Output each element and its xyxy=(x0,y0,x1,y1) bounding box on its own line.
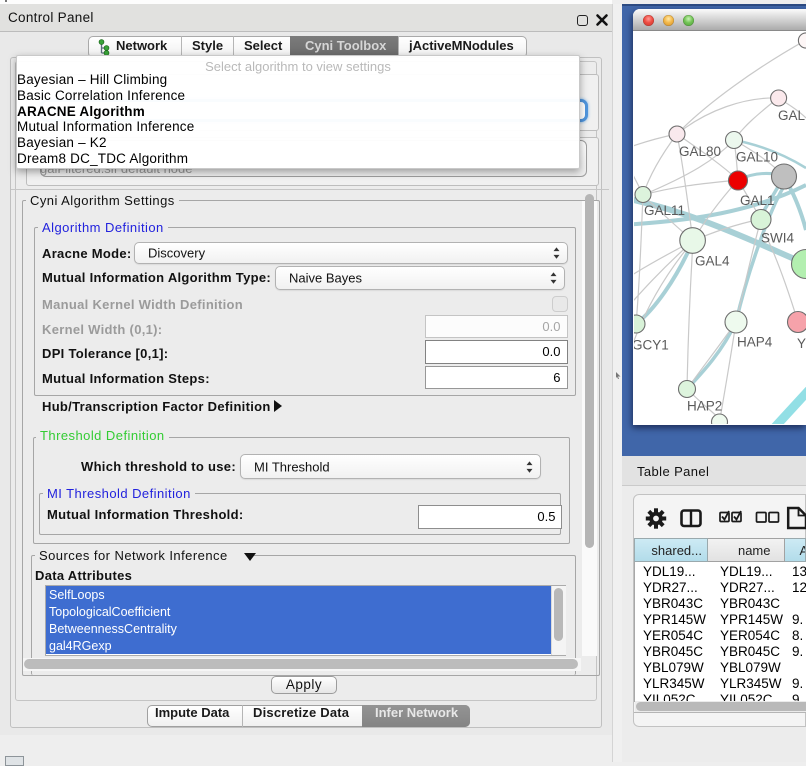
svg-text:GAL4: GAL4 xyxy=(695,254,730,269)
svg-text:GAL80: GAL80 xyxy=(679,144,721,159)
svg-text:Y: Y xyxy=(797,336,806,351)
svg-text:GCY1: GCY1 xyxy=(634,338,669,353)
svg-text:GAL10: GAL10 xyxy=(736,150,778,165)
svg-text:SWI4: SWI4 xyxy=(761,231,794,246)
svg-text:HAP2: HAP2 xyxy=(687,399,722,414)
svg-text:GAL11: GAL11 xyxy=(644,203,685,218)
svg-text:HAP4: HAP4 xyxy=(737,335,773,350)
svg-text:GAL1: GAL1 xyxy=(740,193,775,208)
svg-text:GAL: GAL xyxy=(778,108,806,123)
